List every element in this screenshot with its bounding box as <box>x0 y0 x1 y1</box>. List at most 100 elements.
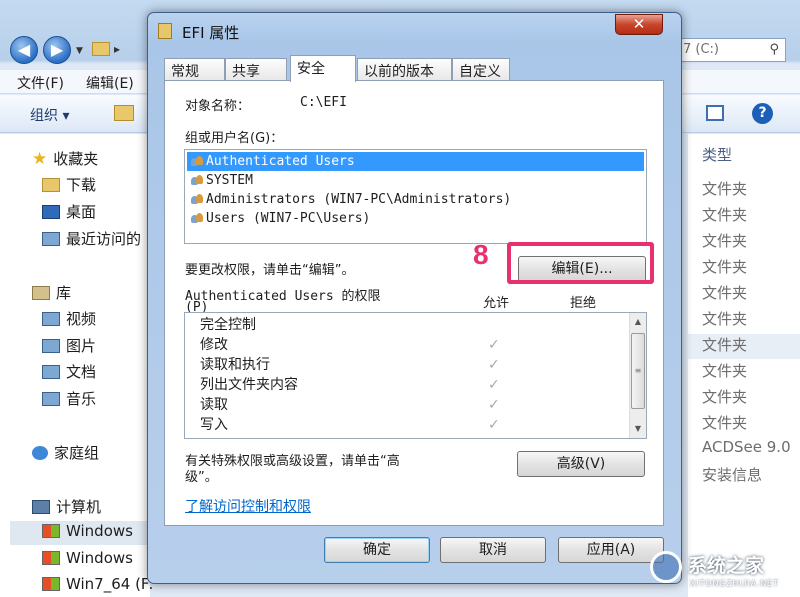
search-box-text: 7 (C:) <box>683 42 720 57</box>
tree-documents[interactable]: 文档 <box>42 361 96 383</box>
scroll-down-icon[interactable]: ▼ <box>630 421 646 437</box>
tree-desktop[interactable]: 桌面 <box>42 201 96 223</box>
recent-places-icon <box>42 232 60 246</box>
permission-name: 读取和执行 <box>200 357 270 373</box>
allow-check-icon: ✓ <box>488 417 500 433</box>
user-row[interactable]: Users (WIN7-PC\Users) <box>187 209 644 228</box>
tree-favorites[interactable]: ★ 收藏夹 <box>32 148 98 170</box>
close-button[interactable]: ✕ <box>615 14 663 35</box>
windows-drive-icon <box>42 551 60 565</box>
properties-dialog: EFI 属性 ✕ 常规 共享 安全 以前的版本 自定义 对象名称： C:\EFI… <box>147 12 682 584</box>
apply-button[interactable]: 应用(A) <box>558 537 664 563</box>
tree-drive-win7[interactable]: Win7_64 (F: <box>42 575 153 597</box>
type-cell: 文件夹 <box>702 388 748 406</box>
type-cell: 文件夹 <box>702 284 748 302</box>
download-folder-icon <box>42 178 60 192</box>
organize-button[interactable]: 组织 ▾ <box>30 105 69 125</box>
file-list-type-column: 类型 文件夹 文件夹 文件夹 文件夹 文件夹 文件夹 文件夹 文件夹 文件夹 文… <box>688 134 800 597</box>
tab-security[interactable]: 安全 <box>290 55 356 82</box>
tree-libraries[interactable]: 库 <box>32 282 71 304</box>
document-icon <box>42 365 60 379</box>
tab-previous-versions[interactable]: 以前的版本 <box>357 58 452 81</box>
tab-sharing[interactable]: 共享 <box>225 58 287 81</box>
allow-check-icon: ✓ <box>488 377 500 393</box>
tab-general[interactable]: 常规 <box>164 58 225 81</box>
step-number: 8 <box>473 239 489 270</box>
object-name-value: C:\EFI <box>300 95 347 110</box>
music-icon <box>42 392 60 406</box>
search-icon: ⚲ <box>769 42 779 57</box>
security-panel: 对象名称： C:\EFI 组或用户名(G)： Authenticated Use… <box>164 80 664 526</box>
type-cell: 文件夹 <box>702 232 748 250</box>
preview-pane-icon[interactable] <box>706 105 724 121</box>
desktop-icon <box>42 205 60 219</box>
tree-drive-windows-1[interactable]: Windows <box>42 522 133 544</box>
watermark-subtext: XITONGZHIJIA.NET <box>690 579 780 588</box>
type-cell: 文件夹 <box>702 310 748 328</box>
permission-name: 读取 <box>200 397 228 413</box>
user-row[interactable]: Authenticated Users <box>187 152 644 171</box>
advanced-hint-cont: 级”。 <box>185 470 218 485</box>
users-icon <box>191 174 204 186</box>
type-cell: 文件夹 <box>702 362 748 380</box>
tree-music[interactable]: 音乐 <box>42 388 96 410</box>
star-icon: ★ <box>32 149 48 169</box>
allow-column-header: 允许 <box>483 296 510 311</box>
column-header-type[interactable]: 类型 <box>702 144 732 165</box>
permissions-list[interactable]: 完全控制 修改 读取和执行 列出文件夹内容 读取 写入 ✓ ✓ ✓ ✓ ✓ ▲ … <box>184 312 647 439</box>
user-row[interactable]: Administrators (WIN7-PC\Administrators) <box>187 190 644 209</box>
watermark: 系统之家 XITONGZHIJIA.NET <box>650 545 800 597</box>
users-icon <box>191 155 204 167</box>
search-box[interactable]: 7 (C:) ⚲ <box>676 38 786 62</box>
object-name-label: 对象名称： <box>185 99 251 114</box>
users-icon <box>191 193 204 205</box>
type-cell: ACDSee 9.0 <box>702 438 791 456</box>
type-cell: 文件夹 <box>702 258 748 276</box>
ok-button[interactable]: 确定 <box>324 537 430 563</box>
back-button[interactable]: ◀ <box>10 36 38 64</box>
windows-drive-icon <box>42 577 60 591</box>
scroll-thumb[interactable]: ≡ <box>631 333 645 409</box>
tree-homegroup[interactable]: 家庭组 <box>32 442 99 464</box>
tree-videos[interactable]: 视频 <box>42 308 96 330</box>
user-list[interactable]: Authenticated Users SYSTEM Administrator… <box>184 149 647 244</box>
menu-file[interactable]: 文件(F) <box>17 73 64 93</box>
type-cell: 文件夹 <box>702 180 748 198</box>
address-separator[interactable]: ▸ <box>114 42 120 56</box>
library-icon <box>32 286 50 300</box>
type-cell: 安装信息 <box>702 466 763 484</box>
step-highlight-box <box>507 242 654 284</box>
dialog-title: EFI 属性 <box>182 24 240 42</box>
users-icon <box>191 212 204 224</box>
watermark-text: 系统之家 <box>688 556 765 577</box>
tree-recent[interactable]: 最近访问的 <box>42 228 141 250</box>
forward-button[interactable]: ▶ <box>43 36 71 64</box>
allow-check-icon: ✓ <box>488 337 500 353</box>
help-icon[interactable]: ? <box>752 103 773 124</box>
allow-check-icon: ✓ <box>488 357 500 373</box>
tree-computer[interactable]: 计算机 <box>32 496 101 518</box>
edit-hint: 要更改权限，请单击“编辑”。 <box>185 263 355 278</box>
tree-drive-windows-2[interactable]: Windows <box>42 549 133 571</box>
learn-access-control-link[interactable]: 了解访问控制和权限 <box>185 496 311 516</box>
allow-check-icon: ✓ <box>488 397 500 413</box>
computer-icon <box>32 500 50 514</box>
advanced-button[interactable]: 高级(V) <box>517 451 645 477</box>
tree-downloads[interactable]: 下载 <box>42 174 96 196</box>
tab-customize[interactable]: 自定义 <box>452 58 510 81</box>
permission-name: 修改 <box>200 337 228 353</box>
deny-column-header: 拒绝 <box>570 296 597 311</box>
cancel-button[interactable]: 取消 <box>440 537 546 563</box>
type-cell: 文件夹 <box>702 414 748 432</box>
tree-pictures[interactable]: 图片 <box>42 335 96 357</box>
permissions-scrollbar[interactable]: ▲ ≡ ▼ <box>629 313 646 438</box>
homegroup-icon <box>32 446 48 460</box>
picture-icon <box>42 339 60 353</box>
include-library-icon[interactable] <box>114 105 134 121</box>
scroll-up-icon[interactable]: ▲ <box>630 314 646 330</box>
permission-name: 完全控制 <box>200 317 256 333</box>
navigation-pane: ★ 收藏夹 下载 桌面 最近访问的 库 视频 图片 文档 音乐 家庭组 计算机 W… <box>0 134 153 597</box>
user-row[interactable]: SYSTEM <box>187 171 644 190</box>
menu-edit[interactable]: 编辑(E) <box>86 73 134 93</box>
recent-pages-dropdown[interactable]: ▼ <box>76 46 83 56</box>
